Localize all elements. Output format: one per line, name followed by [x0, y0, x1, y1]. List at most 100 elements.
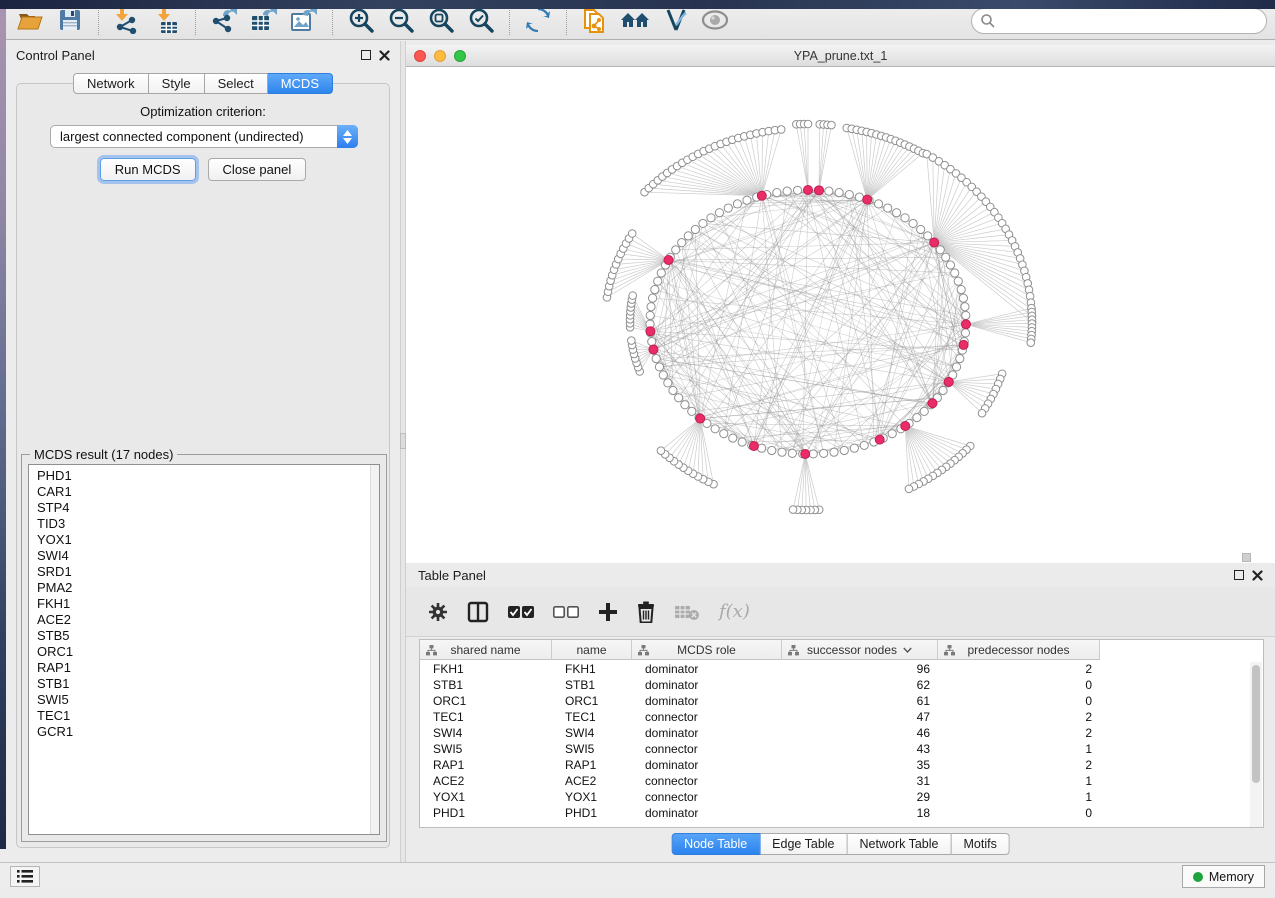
mcds-result-item[interactable]: STP4 — [37, 500, 379, 516]
network-node[interactable] — [743, 196, 751, 204]
network-node[interactable] — [850, 444, 858, 452]
network-node[interactable] — [711, 425, 719, 433]
mcds-result-item[interactable]: CAR1 — [37, 484, 379, 500]
mcds-hub-node[interactable] — [959, 340, 968, 349]
mcds-result-item[interactable]: SWI4 — [37, 548, 379, 564]
network-node[interactable] — [820, 449, 828, 457]
tab-network[interactable]: Network — [73, 73, 149, 94]
network-node[interactable] — [688, 407, 696, 415]
network-node[interactable] — [657, 269, 665, 277]
network-node[interactable] — [646, 311, 654, 319]
network-node[interactable] — [961, 303, 969, 311]
network-node[interactable] — [789, 506, 797, 514]
table-row[interactable]: RAP1RAP1dominator352 — [420, 757, 1263, 773]
network-node[interactable] — [678, 239, 686, 247]
network-node[interactable] — [884, 204, 892, 212]
network-node[interactable] — [669, 386, 677, 394]
network-node[interactable] — [655, 363, 663, 371]
mcds-result-item[interactable]: STB5 — [37, 628, 379, 644]
mcds-result-item[interactable]: STB1 — [37, 676, 379, 692]
mcds-result-item[interactable]: PMA2 — [37, 580, 379, 596]
memory-button[interactable]: Memory — [1182, 865, 1265, 888]
network-node[interactable] — [956, 355, 964, 363]
network-node[interactable] — [733, 200, 741, 208]
delete-row-icon[interactable] — [637, 601, 655, 623]
network-node[interactable] — [835, 188, 843, 196]
table-row[interactable]: TEC1TEC1connector472 — [420, 709, 1263, 725]
network-node[interactable] — [946, 261, 954, 269]
network-node[interactable] — [936, 246, 944, 254]
network-node[interactable] — [652, 355, 660, 363]
network-node[interactable] — [783, 187, 791, 195]
network-node[interactable] — [825, 187, 833, 195]
close-panel-icon[interactable] — [379, 50, 390, 61]
mcds-result-item[interactable]: GCR1 — [37, 724, 379, 740]
network-node[interactable] — [720, 430, 728, 438]
tab-edge-table[interactable]: Edge Table — [760, 833, 847, 855]
tab-node-table[interactable]: Node Table — [671, 833, 760, 855]
tab-style[interactable]: Style — [149, 73, 205, 94]
mcds-hub-node[interactable] — [696, 414, 705, 423]
network-graph[interactable] — [406, 67, 1275, 563]
network-node[interactable] — [793, 186, 801, 194]
mcds-result-item[interactable]: YOX1 — [37, 532, 379, 548]
tab-select[interactable]: Select — [205, 73, 268, 94]
mcds-hub-node[interactable] — [928, 399, 937, 408]
mcds-result-list[interactable]: PHD1CAR1STP4TID3YOX1SWI4SRD1PMA2FKH1ACE2… — [28, 464, 380, 835]
table-row[interactable]: ORC1ORC1dominator610 — [420, 693, 1263, 709]
network-node[interactable] — [830, 448, 838, 456]
network-node[interactable] — [892, 209, 900, 217]
column-header-mcds-role[interactable]: MCDS role — [632, 640, 782, 660]
mcds-hub-node[interactable] — [757, 191, 766, 200]
table-row[interactable]: FKH1FKH1dominator962 — [420, 661, 1263, 677]
network-node[interactable] — [675, 394, 683, 402]
table-row[interactable]: YOX1YOX1connector291 — [420, 789, 1263, 805]
network-node[interactable] — [651, 285, 659, 293]
mcds-result-item[interactable]: TEC1 — [37, 708, 379, 724]
network-node[interactable] — [715, 209, 723, 217]
network-node[interactable] — [729, 434, 737, 442]
mcds-hub-node[interactable] — [930, 238, 939, 247]
mcds-hub-node[interactable] — [815, 186, 824, 195]
network-node[interactable] — [724, 204, 732, 212]
table-settings-icon[interactable] — [428, 602, 448, 622]
search-input[interactable] — [971, 8, 1267, 34]
network-node[interactable] — [855, 193, 863, 201]
network-node[interactable] — [840, 446, 848, 454]
network-node[interactable] — [778, 448, 786, 456]
network-node[interactable] — [699, 219, 707, 227]
table-row[interactable]: SWI4SWI4dominator462 — [420, 725, 1263, 741]
network-node[interactable] — [654, 277, 662, 285]
tab-network-table[interactable]: Network Table — [848, 833, 952, 855]
mcds-result-item[interactable]: SWI5 — [37, 692, 379, 708]
close-panel-button[interactable]: Close panel — [208, 158, 307, 181]
network-node[interactable] — [917, 225, 925, 233]
mcds-result-item[interactable]: SRD1 — [37, 564, 379, 580]
mcds-hub-node[interactable] — [875, 435, 884, 444]
network-node[interactable] — [804, 120, 812, 128]
network-node[interactable] — [647, 303, 655, 311]
table-row[interactable]: ACE2ACE2connector311 — [420, 773, 1263, 789]
mcds-hub-node[interactable] — [649, 345, 658, 354]
mcds-hub-node[interactable] — [804, 186, 813, 195]
mcds-result-item[interactable]: RAP1 — [37, 660, 379, 676]
network-node[interactable] — [657, 447, 665, 455]
table-row[interactable]: SWI5SWI5connector431 — [420, 741, 1263, 757]
network-node[interactable] — [664, 379, 672, 387]
network-node[interactable] — [905, 485, 913, 493]
network-window-titlebar[interactable]: YPA_prune.txt_1 — [406, 45, 1275, 67]
column-header-successor-nodes[interactable]: successor nodes — [782, 640, 938, 660]
mcds-hub-node[interactable] — [801, 449, 810, 458]
float-panel-icon[interactable] — [1234, 570, 1244, 580]
network-node[interactable] — [901, 214, 909, 222]
network-node[interactable] — [768, 446, 776, 454]
mcds-result-scrollbar[interactable] — [370, 465, 379, 834]
close-panel-icon[interactable] — [1252, 570, 1263, 581]
network-node[interactable] — [913, 414, 921, 422]
mcds-hub-node[interactable] — [646, 327, 655, 336]
network-node[interactable] — [845, 190, 853, 198]
network-node[interactable] — [681, 401, 689, 409]
network-node[interactable] — [951, 269, 959, 277]
network-node[interactable] — [924, 232, 932, 240]
mcds-hub-node[interactable] — [749, 442, 758, 451]
